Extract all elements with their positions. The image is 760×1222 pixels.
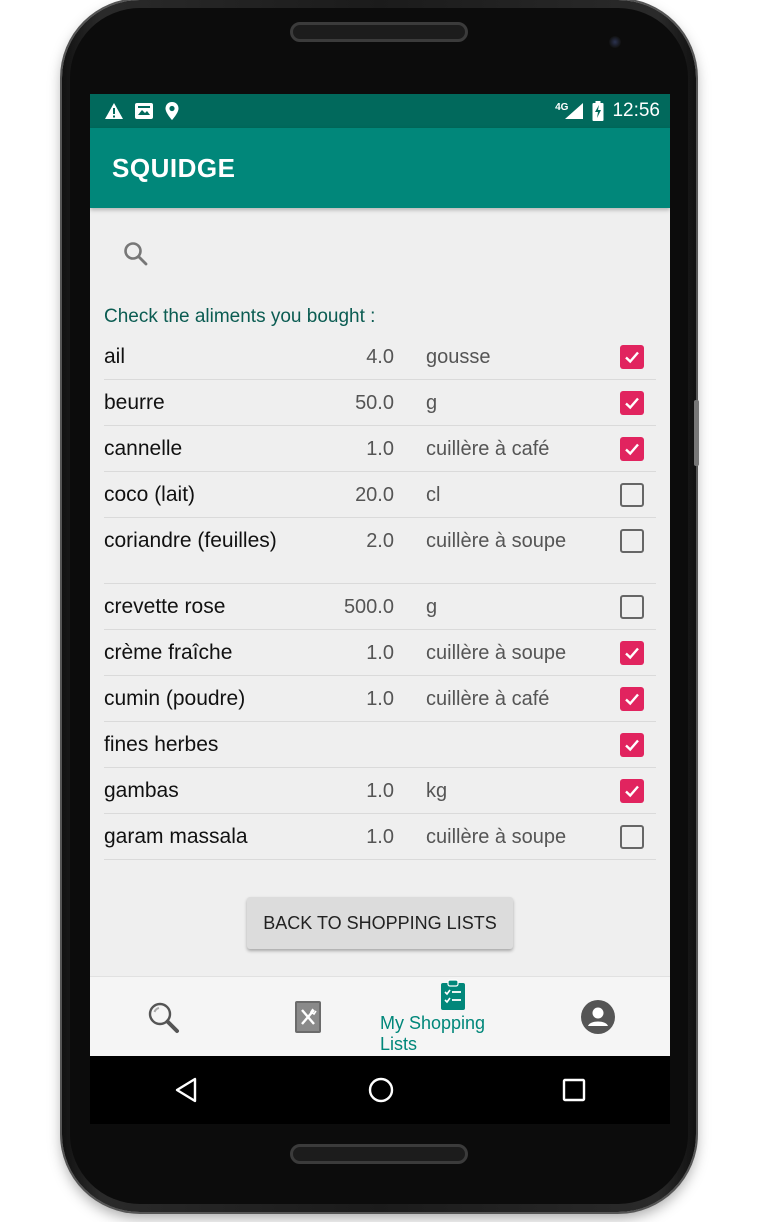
item-unit: cuillère à soupe [426,642,567,664]
item-quantity: 1.0 [366,826,394,848]
recents-square-icon[interactable] [562,1078,586,1102]
list-item[interactable]: crème fraîche 1.0 cuillère à soupe [104,630,656,676]
home-circle-icon[interactable] [367,1076,395,1104]
item-checkbox[interactable] [620,825,644,849]
item-unit: cuillère à soupe [426,530,567,552]
status-bar: 4G 12:56 [90,94,670,128]
list-item[interactable]: garam massala 1.0 cuillère à soupe [104,814,656,860]
list-item[interactable]: cannelle 1.0 cuillère à café [104,426,656,472]
app-title: SQUIDGE [112,152,236,183]
item-name: beurre [104,391,165,414]
item-quantity: 4.0 [366,346,394,368]
item-unit: cuillère à soupe [426,826,567,848]
power-button[interactable] [694,400,699,466]
item-name: crème fraîche [104,641,233,664]
item-unit: kg [426,780,448,802]
item-quantity: 500.0 [343,596,394,618]
item-name: garam massala [104,825,248,848]
item-quantity: 20.0 [355,484,394,506]
clipboard-checklist-icon [440,979,465,1010]
item-name: gambas [104,779,179,802]
search-bar[interactable] [90,208,670,300]
list-item[interactable]: beurre 50.0 g [104,380,656,426]
item-unit: cuillère à café [426,688,550,710]
item-name: fines herbes [104,733,219,756]
location-icon [165,102,179,120]
list-item[interactable]: coco (lait) 20.0 cl [104,472,656,518]
bottom-speaker [290,1144,468,1164]
nav-label: My Shopping Lists [380,1013,486,1054]
list-item[interactable]: fines herbes [104,722,656,768]
system-status: 4G 12:56 [555,100,660,122]
item-checkbox[interactable] [620,437,644,461]
search-icon [148,1002,179,1033]
shopping-item-list[interactable]: ail 4.0 gousse beurre 50.0 g cannelle 1.… [104,334,656,870]
account-icon [580,1000,615,1034]
battery-charging-icon [592,101,604,121]
item-quantity [326,722,394,731]
bottom-navigation: My Shopping Lists [90,976,670,1056]
item-checkbox[interactable] [620,687,644,711]
nav-recipes[interactable] [235,977,380,1056]
item-quantity: 1.0 [366,438,394,460]
item-name: cannelle [104,437,183,460]
search-icon[interactable] [122,240,150,268]
button-area: BACK TO SHOPPING LISTS [90,870,670,976]
recipe-book-icon [294,1001,321,1033]
list-item[interactable]: cumin (poudre) 1.0 cuillère à café [104,676,656,722]
item-checkbox[interactable] [620,779,644,803]
gallery-icon [135,103,153,119]
signal-icon: 4G [555,102,584,120]
item-checkbox[interactable] [620,483,644,507]
item-name: ail [104,345,126,368]
notification-icons [104,101,180,121]
system-navigation-bar [90,1056,670,1124]
earpiece-speaker [290,22,468,42]
item-checkbox[interactable] [620,641,644,665]
app-bar: SQUIDGE [90,128,670,208]
item-quantity: 50.0 [355,392,394,414]
list-item[interactable]: coriandre (feuilles) 2.0 cuillère à soup… [104,518,656,584]
nav-my-shopping-lists[interactable]: My Shopping Lists [380,977,525,1056]
item-unit: g [426,392,438,414]
nav-search[interactable] [90,977,235,1056]
item-checkbox[interactable] [620,345,644,369]
back-to-shopping-lists-button[interactable]: BACK TO SHOPPING LISTS [247,897,513,949]
item-checkbox[interactable] [620,595,644,619]
item-unit [394,722,580,731]
item-checkbox[interactable] [620,529,644,553]
item-checkbox[interactable] [620,391,644,415]
item-quantity: 2.0 [366,530,394,552]
item-unit: gousse [426,346,491,368]
back-triangle-icon[interactable] [174,1077,200,1103]
item-name: coriandre (feuilles) [104,529,277,552]
item-name: cumin (poudre) [104,687,246,710]
nav-account[interactable] [525,977,670,1056]
item-unit: cuillère à café [426,438,550,460]
clock: 12:56 [612,100,660,121]
item-unit: cl [426,484,441,506]
front-camera [609,36,621,48]
item-quantity: 1.0 [366,780,394,802]
list-item[interactable]: ail 4.0 gousse [104,334,656,380]
list-item[interactable]: gambas 1.0 kg [104,768,656,814]
item-name: coco (lait) [104,483,196,506]
item-quantity: 1.0 [366,688,394,710]
list-item[interactable]: crevette rose 500.0 g [104,584,656,630]
item-name: crevette rose [104,595,226,618]
warning-icon [105,103,123,119]
item-quantity: 1.0 [366,642,394,664]
instruction-text: Check the aliments you bought : [104,306,376,327]
app-screen: 4G 12:56 SQUIDGE Check the aliments you … [90,94,670,1056]
item-checkbox[interactable] [620,733,644,757]
item-unit: g [426,596,438,618]
